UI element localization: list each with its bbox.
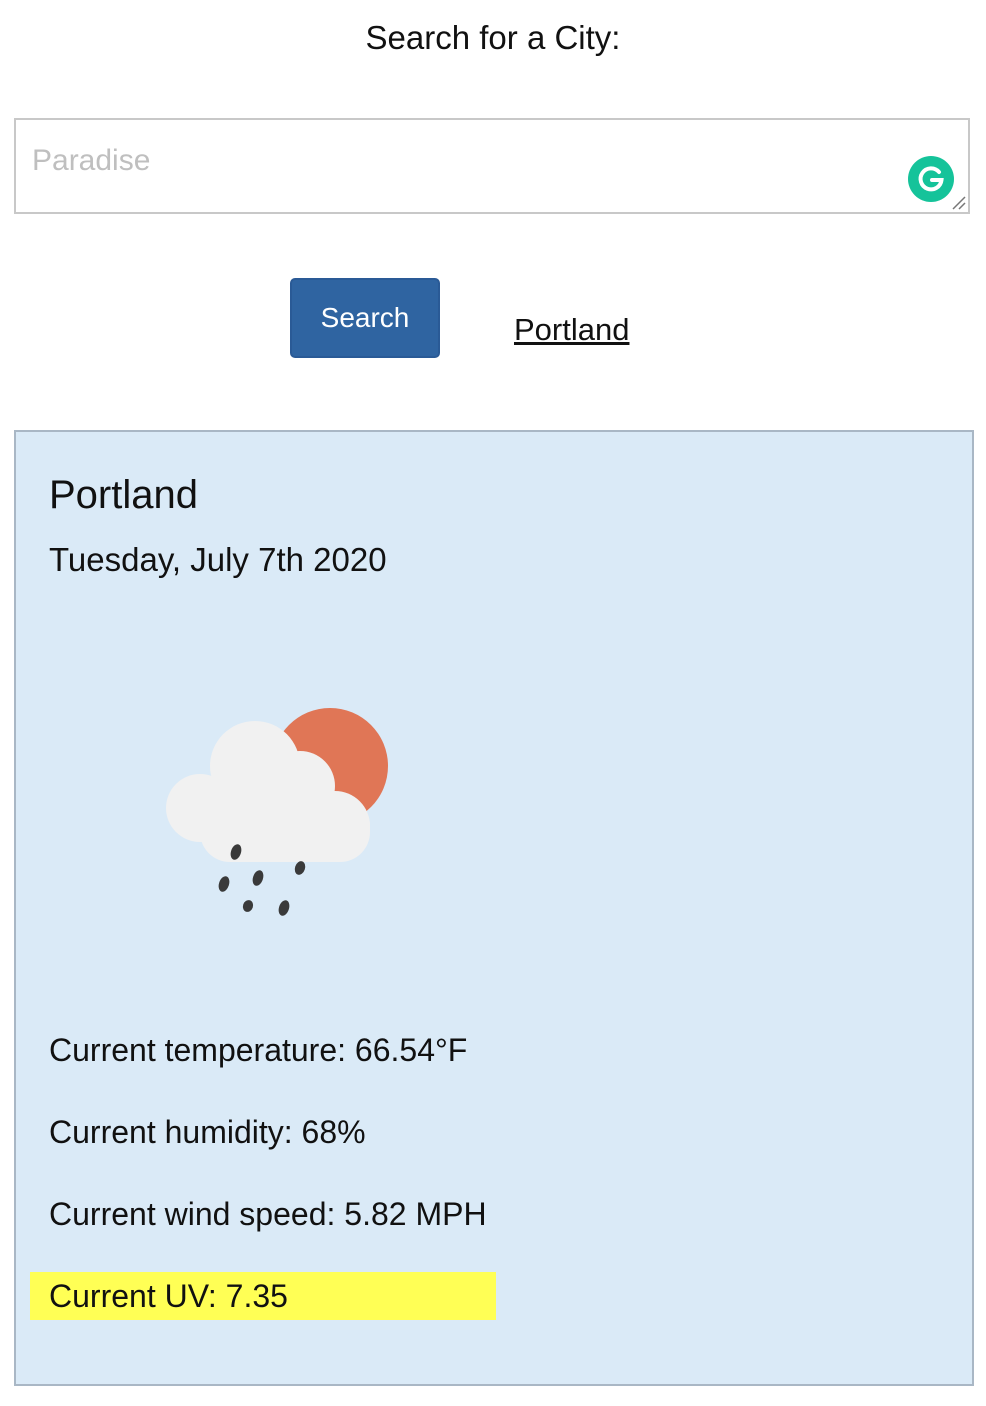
current-wind-speed: Current wind speed: 5.82 MPH	[49, 1196, 487, 1232]
search-heading: Search for a City:	[365, 19, 621, 56]
current-uv-index: Current UV: 7.35	[49, 1278, 288, 1314]
current-date: Tuesday, July 7th 2020	[49, 541, 387, 578]
current-temperature: Current temperature: 66.54°F	[49, 1032, 468, 1068]
resize-grip-icon[interactable]	[950, 194, 966, 210]
city-search-input[interactable]	[16, 120, 968, 212]
history-item-portland[interactable]: Portland	[514, 312, 629, 348]
weather-card: Portland Tuesday, July 7th 2020 Current …	[14, 430, 974, 1386]
current-humidity: Current humidity: 68%	[49, 1114, 366, 1150]
search-button[interactable]: Search	[290, 278, 440, 358]
city-search-field[interactable]	[14, 118, 970, 214]
cloud-sun-rain-icon	[166, 708, 388, 916]
grammarly-icon[interactable]	[908, 156, 954, 202]
city-name: Portland	[49, 473, 198, 517]
